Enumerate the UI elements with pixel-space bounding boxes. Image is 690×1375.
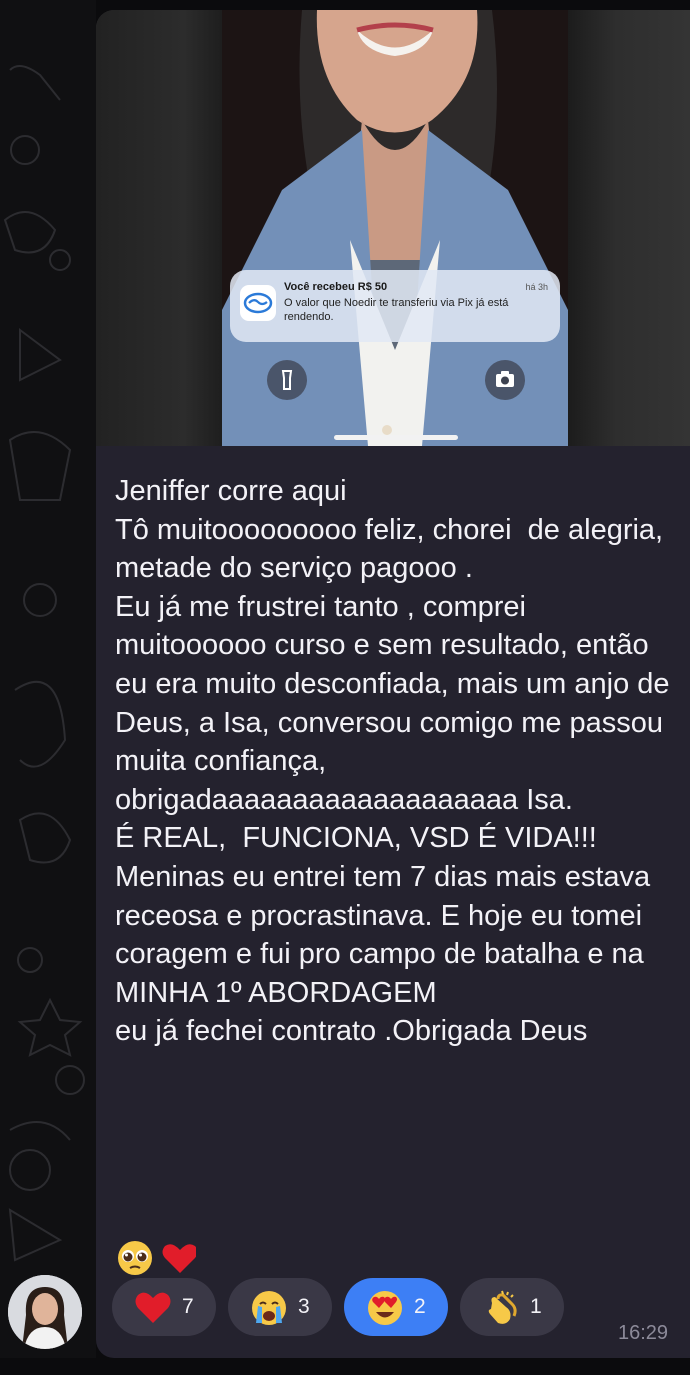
reaction-heart-eyes[interactable]: 2 [344, 1278, 448, 1336]
reaction-count: 2 [414, 1295, 426, 1318]
notification-body: O valor que Noedir te transferiu via Pix… [284, 297, 509, 323]
reaction-clap[interactable]: 1 [460, 1278, 564, 1336]
attached-photo[interactable]: Você recebeu R$ 50 há 3h O valor que Noe… [96, 10, 690, 446]
camera-icon [485, 360, 525, 400]
notification-title: Você recebeu R$ 50 [284, 281, 388, 293]
wallpaper-doodles [3, 65, 85, 1262]
message-bubble[interactable]: Você recebeu R$ 50 há 3h O valor que Noe… [96, 10, 690, 1358]
notification-time: há 3h [525, 282, 548, 292]
heart-icon [135, 1292, 171, 1323]
clapping-hands-icon [488, 1290, 517, 1324]
sender-avatar[interactable] [8, 1275, 82, 1349]
message-emojis [118, 1241, 196, 1275]
message-text: Jeniffer corre aqui Tô muitooooooooo fel… [115, 475, 670, 1048]
home-indicator [334, 435, 458, 440]
pleading-face-icon [118, 1241, 152, 1275]
reaction-count: 7 [182, 1295, 194, 1318]
reaction-count: 3 [298, 1295, 310, 1318]
avatar-photo [8, 1275, 82, 1349]
mercado-pago-app-icon [240, 285, 276, 321]
heart-eyes-icon [368, 1291, 402, 1325]
red-heart-icon [162, 1244, 196, 1273]
photo-blur-right [568, 10, 690, 446]
pix-notification: Você recebeu R$ 50 há 3h O valor que Noe… [230, 270, 560, 342]
chat-wallpaper [0, 0, 96, 1375]
crying-face-icon [252, 1291, 286, 1325]
reaction-crying[interactable]: 3 [228, 1278, 332, 1336]
flashlight-icon [267, 360, 307, 400]
bottom-edge [0, 1358, 690, 1375]
reaction-count: 1 [530, 1295, 542, 1318]
reaction-heart[interactable]: 7 [112, 1278, 216, 1336]
message-time: 16:29 [618, 1322, 669, 1344]
photo-blur-left [96, 10, 222, 446]
